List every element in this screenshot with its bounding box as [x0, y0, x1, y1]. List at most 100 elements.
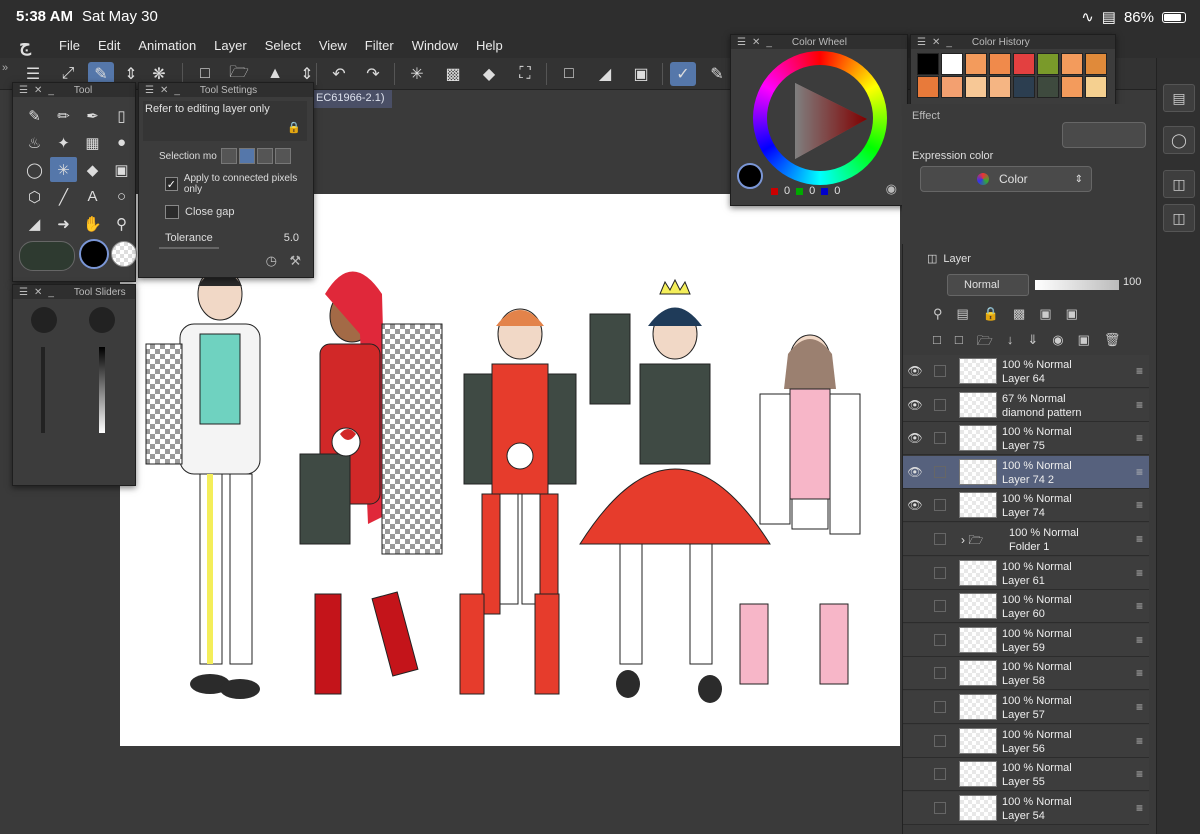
color-history-swatch[interactable]: [965, 53, 987, 75]
layer-name[interactable]: Layer 64: [1002, 373, 1045, 385]
fill-icon[interactable]: ◆: [476, 62, 502, 86]
layer-lock-checkbox[interactable]: [934, 701, 946, 713]
minimize-icon[interactable]: _: [48, 85, 54, 96]
panel-menu-icon[interactable]: ☰: [917, 37, 926, 48]
draft-icon[interactable]: ▣: [1066, 306, 1078, 322]
layer-lock-checkbox[interactable]: [934, 533, 946, 545]
operation-icon[interactable]: ➜: [50, 211, 77, 236]
eye-icon[interactable]: 👁: [907, 431, 923, 445]
layer-row[interactable]: 100 % Normal Layer 59 ≡: [903, 623, 1149, 657]
transparent-color-swatch[interactable]: [111, 241, 137, 267]
layer-menu-icon[interactable]: ≡: [1136, 566, 1143, 580]
layer-name[interactable]: Layer 60: [1002, 608, 1045, 620]
menu-edit[interactable]: Edit: [89, 38, 129, 53]
color-history-swatch[interactable]: [941, 53, 963, 75]
layer-lock-checkbox[interactable]: [934, 801, 946, 814]
menu-help[interactable]: Help: [467, 38, 512, 53]
layer-menu-icon[interactable]: ≡: [1136, 734, 1143, 748]
lock-transparency-icon[interactable]: ▩: [1013, 306, 1025, 322]
apply-connected-checkbox[interactable]: ✓: [165, 177, 178, 191]
layer-row[interactable]: 100 % Normal Layer 57 ≡: [903, 691, 1149, 724]
eye-icon[interactable]: 👁: [907, 364, 923, 378]
brush-icon[interactable]: ✒: [79, 103, 106, 128]
selection-add-icon[interactable]: [238, 148, 255, 164]
ruler-snap-icon[interactable]: ✓: [670, 62, 696, 86]
color-history-swatch[interactable]: [917, 53, 939, 75]
eye-icon[interactable]: 👁: [907, 498, 923, 512]
selection-icon[interactable]: ▣: [628, 62, 654, 86]
clear-icon[interactable]: ▩: [440, 62, 466, 86]
layer-menu-icon[interactable]: ≡: [1136, 666, 1143, 680]
transform-icon[interactable]: ⛶: [512, 62, 538, 86]
blend-icon[interactable]: ●: [108, 130, 135, 155]
delete-layer-icon[interactable]: 🗑: [1104, 332, 1121, 354]
color-history-swatch[interactable]: [989, 53, 1011, 75]
new-folder-icon[interactable]: 🗁: [977, 332, 993, 354]
layer-row[interactable]: 👁 100 % Normal Layer 74 ≡: [903, 489, 1149, 523]
layer-menu-icon[interactable]: ≡: [1136, 633, 1143, 647]
deselect-icon[interactable]: □: [556, 62, 582, 86]
balloon-icon[interactable]: ○: [108, 184, 135, 209]
layer-row[interactable]: 100 % Normal Layer 58 ≡: [903, 657, 1149, 691]
color-history-swatch[interactable]: [1085, 53, 1107, 75]
lasso-icon[interactable]: ◯: [21, 157, 48, 182]
new-raster-layer-icon[interactable]: □: [933, 332, 941, 354]
eye-icon[interactable]: 👁: [907, 465, 923, 479]
app-logo-icon[interactable]: ج: [0, 35, 50, 56]
panel-menu-icon[interactable]: ☰: [145, 85, 154, 96]
layer-row[interactable]: 👁 100 % Normal Layer 64 ≡: [903, 355, 1149, 388]
layer-row[interactable]: 100 % Normal Layer 56 ≡: [903, 724, 1149, 758]
menu-filter[interactable]: Filter: [356, 38, 403, 53]
layer-lock-checkbox[interactable]: [934, 398, 946, 411]
color-history-swatch[interactable]: [1037, 76, 1059, 98]
minimize-icon[interactable]: _: [48, 287, 54, 298]
close-icon[interactable]: ✕: [932, 37, 940, 48]
layer-name[interactable]: Layer 75: [1002, 440, 1045, 452]
close-icon[interactable]: ✕: [34, 287, 42, 298]
sub-tool-icon[interactable]: ◯: [1163, 126, 1195, 154]
eraser-icon[interactable]: ▯: [108, 103, 135, 128]
layer-name[interactable]: Layer 74 2: [1002, 474, 1054, 486]
layer-lock-checkbox[interactable]: [934, 600, 946, 613]
menu-animation[interactable]: Animation: [129, 38, 205, 53]
layer-row[interactable]: 👁 100 % Normal Layer 75 ≡: [903, 422, 1149, 456]
layer-tab[interactable]: ◫ Layer: [927, 252, 971, 266]
blend-mode-dropdown[interactable]: Normal: [947, 274, 1029, 296]
material-icon[interactable]: ◫: [1163, 170, 1195, 198]
layer-menu-icon[interactable]: ≡: [1136, 599, 1143, 613]
layer-row[interactable]: 100 % Normal Layer 55 ≡: [903, 758, 1149, 792]
eye-icon[interactable]: 👁: [907, 398, 923, 412]
foreground-color-swatch[interactable]: [79, 239, 109, 269]
frame-icon[interactable]: ▦: [79, 130, 106, 155]
layer-lock-checkbox[interactable]: [934, 432, 946, 445]
menu-window[interactable]: Window: [403, 38, 467, 53]
opacity-slider[interactable]: [1035, 280, 1119, 290]
opacity-value[interactable]: 100: [1123, 276, 1141, 288]
expression-color-dropdown[interactable]: Color ⇕: [920, 166, 1092, 192]
layer-name[interactable]: Layer 55: [1002, 776, 1045, 788]
close-icon[interactable]: ✕: [752, 37, 760, 48]
brush-icon[interactable]: ✎: [704, 62, 730, 86]
layer-name[interactable]: Folder 1: [1009, 541, 1049, 553]
mask-icon[interactable]: ▣: [1039, 306, 1051, 322]
redo-icon[interactable]: ↷: [360, 62, 386, 86]
color-settings-icon[interactable]: ◉: [886, 181, 897, 197]
layer-row[interactable]: › 🗁 100 % Normal Folder 1 ≡: [903, 523, 1149, 556]
layer-lock-checkbox[interactable]: [934, 499, 946, 512]
pen-icon[interactable]: ✎: [21, 103, 48, 128]
layer-menu-icon[interactable]: ≡: [1136, 431, 1143, 445]
clip-icon[interactable]: ▤: [957, 306, 969, 322]
layer-menu-icon[interactable]: ≡: [1136, 364, 1143, 378]
current-color-swatch[interactable]: [737, 163, 763, 189]
layer-row[interactable]: 👁 100 % Normal Layer 74 2 ≡: [903, 455, 1149, 489]
sparkle-icon[interactable]: ✦: [50, 130, 77, 155]
navigator-icon[interactable]: ▤: [1163, 84, 1195, 112]
lock-icon[interactable]: 🔒: [287, 121, 301, 134]
reference-icon[interactable]: ⚲: [933, 306, 943, 322]
layer-menu-icon[interactable]: ≡: [1136, 532, 1143, 546]
layer-name[interactable]: Layer 61: [1002, 575, 1045, 587]
layer-name[interactable]: diamond pattern: [1002, 407, 1082, 419]
color-history-swatch[interactable]: [1061, 76, 1083, 98]
layer-menu-icon[interactable]: ≡: [1136, 498, 1143, 512]
panel-menu-icon[interactable]: ☰: [19, 287, 28, 298]
